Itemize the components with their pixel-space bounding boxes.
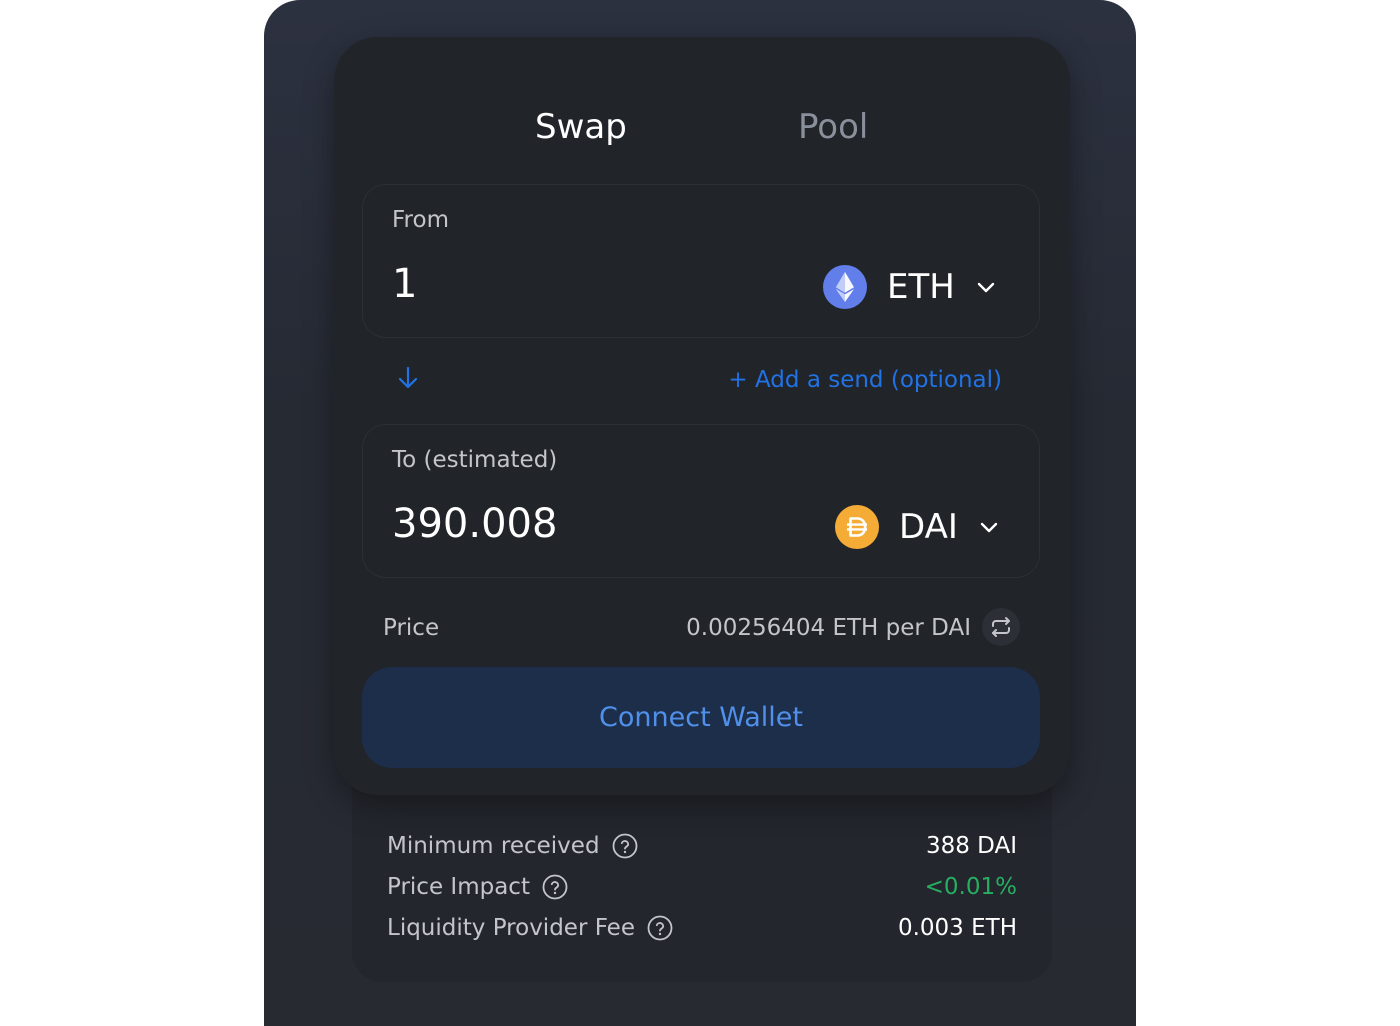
arrow-down-icon[interactable] — [395, 365, 421, 391]
to-amount-input[interactable] — [392, 501, 752, 547]
price-value: 0.00256404 ETH per DAI — [686, 615, 971, 641]
from-panel: From ETH — [362, 184, 1040, 338]
from-amount-input[interactable] — [392, 261, 752, 307]
minimum-received-label: Minimum received — [387, 833, 600, 859]
to-label: To (estimated) — [392, 447, 558, 473]
swap-card: Swap Pool From ETH + Add a send (optiona… — [334, 37, 1070, 795]
eth-icon — [823, 265, 867, 309]
swap-arrows-icon — [992, 617, 1010, 637]
detail-row-liquidity-fee: Liquidity Provider Fee 0.003 ETH — [387, 910, 1017, 946]
tab-pool[interactable]: Pool — [798, 105, 868, 149]
add-send-link[interactable]: + Add a send (optional) — [728, 367, 1002, 393]
from-token-symbol: ETH — [887, 267, 955, 307]
detail-row-price-impact: Price Impact <0.01% — [387, 869, 1017, 905]
liquidity-provider-fee-value: 0.003 ETH — [897, 915, 1017, 941]
connect-wallet-button[interactable]: Connect Wallet — [362, 667, 1040, 768]
from-label: From — [392, 207, 449, 233]
price-impact-value: <0.01% — [924, 874, 1017, 900]
to-token-symbol: DAI — [899, 507, 958, 547]
trade-details-panel: Minimum received 388 DAI Price Impact <0… — [352, 770, 1052, 982]
to-token-select[interactable]: DAI — [835, 505, 1000, 549]
question-help-icon[interactable] — [612, 833, 638, 859]
chevron-down-icon — [980, 522, 998, 533]
question-help-icon[interactable] — [647, 915, 673, 941]
minimum-received-value: 388 DAI — [925, 833, 1017, 859]
dai-icon — [835, 505, 879, 549]
chevron-down-icon — [977, 282, 995, 293]
to-panel: To (estimated) DAI — [362, 424, 1040, 578]
tab-swap[interactable]: Swap — [535, 105, 627, 149]
price-label: Price — [383, 615, 440, 641]
question-help-icon[interactable] — [542, 874, 568, 900]
detail-row-minimum-received: Minimum received 388 DAI — [387, 828, 1017, 864]
price-impact-label: Price Impact — [387, 874, 530, 900]
liquidity-provider-fee-label: Liquidity Provider Fee — [387, 915, 635, 941]
from-token-select[interactable]: ETH — [823, 265, 997, 309]
price-invert-button[interactable] — [982, 608, 1020, 646]
